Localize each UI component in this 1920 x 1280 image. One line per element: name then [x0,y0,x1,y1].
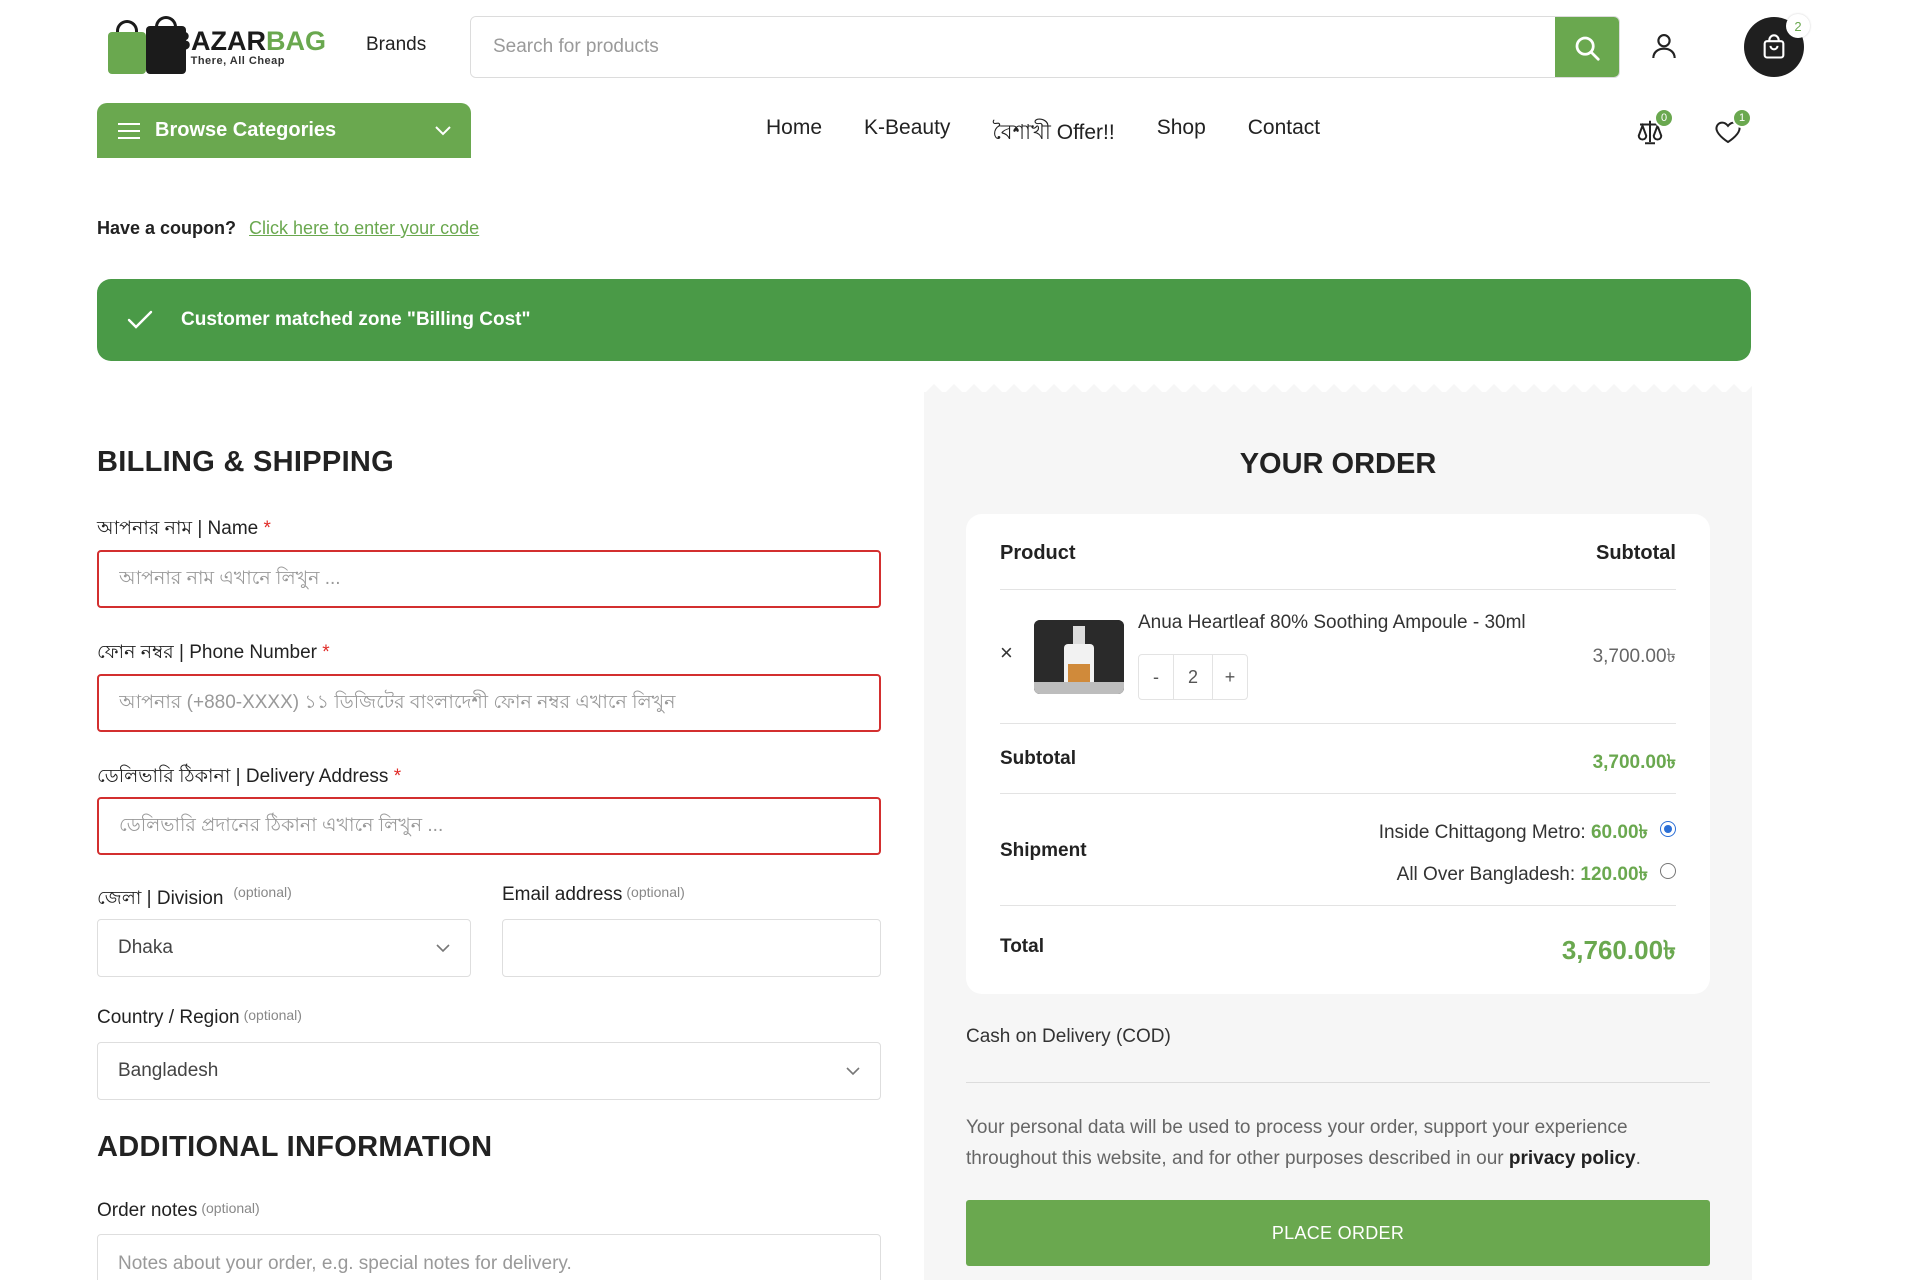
total-row: Total 3,760.00৳ [1000,906,1676,992]
nav-contact[interactable]: Contact [1248,116,1320,151]
qty-decrease-button[interactable]: - [1139,667,1173,688]
division-label: জেলা | Division (optional) [97,884,292,909]
search-bar [470,16,1620,78]
nav-home[interactable]: Home [766,116,822,151]
address-input[interactable] [97,797,881,855]
name-label: আপনার নাম | Name * [97,518,271,539]
name-input[interactable] [97,550,881,608]
remove-item-button[interactable]: × [1000,640,1013,666]
logo-tagline: All There, All Cheap [171,55,286,67]
nav-k-beauty[interactable]: K-Beauty [864,116,950,151]
site-logo[interactable]: BAZARBAG All There, All Cheap [106,16,326,78]
additional-info-title: ADDITIONAL INFORMATION [97,1131,493,1163]
search-button[interactable] [1555,17,1619,77]
checkmark-icon [127,310,153,329]
order-item-row: × Anua Heartleaf 80% Soothing Ampoule - … [1000,590,1676,724]
quantity-stepper: - 2 + [1138,654,1248,700]
zone-notice: Customer matched zone "Billing Cost" [97,279,1751,361]
logo-bag-icon [106,16,186,76]
logo-name: BAZARBAG [171,26,327,56]
browse-categories-label: Browse Categories [155,119,337,141]
country-select[interactable]: Bangladesh [97,1042,881,1100]
header: BAZARBAG All There, All Cheap Brands 2 [0,0,1920,92]
order-notes-label: Order notes (optional) [97,1200,260,1221]
country-value: Bangladesh [118,1060,219,1081]
col-subtotal: Subtotal [1596,542,1676,564]
item-price: 3,700.00৳ [1592,646,1676,667]
subtotal-value: 3,700.00৳ [1592,752,1676,773]
privacy-policy-link[interactable]: privacy policy [1509,1148,1636,1169]
col-product: Product [1000,542,1076,564]
payment-method-cod[interactable]: Cash on Delivery (COD) [966,1026,1171,1048]
nav-boishakhi-offer[interactable]: বৈশাখী Offer!! [992,116,1114,151]
division-select[interactable]: Dhaka [97,919,471,977]
order-title: YOUR ORDER [1239,448,1437,480]
shipment-row: Shipment Inside Chittagong Metro: 60.00৳… [1000,794,1676,906]
order-notes-input[interactable] [97,1234,881,1280]
search-icon [1575,36,1600,61]
shipment-label: Shipment [1000,840,1087,861]
total-label: Total [1000,936,1044,957]
shipping-radio-bangladesh[interactable] [1660,863,1676,879]
cart-count-badge: 2 [1786,14,1810,38]
place-order-button[interactable]: PLACE ORDER [966,1200,1710,1266]
privacy-notice: Your personal data will be used to proce… [966,1117,1641,1169]
product-name[interactable]: Anua Heartleaf 80% Soothing Ampoule - 30… [1138,612,1526,634]
shipping-option-bangladesh[interactable]: All Over Bangladesh: 120.00৳ [1397,860,1648,892]
shipping-radio-chittagong[interactable] [1660,821,1676,837]
country-label: Country / Region (optional) [97,1007,302,1028]
browse-categories-button[interactable]: Browse Categories [97,103,471,158]
email-label: Email address (optional) [502,884,685,905]
product-thumbnail [1034,620,1124,694]
brands-link[interactable]: Brands [366,34,426,56]
qty-increase-button[interactable]: + [1213,667,1247,688]
search-input[interactable] [471,17,1555,77]
shopping-bag-icon [1763,34,1785,59]
nav-shop[interactable]: Shop [1157,116,1206,151]
main-nav: Home K-Beauty বৈশাখী Offer!! Shop Contac… [766,116,1320,151]
account-button[interactable] [1644,26,1684,66]
notice-message: Customer matched zone "Billing Cost" [181,309,531,330]
chevron-down-icon [435,125,451,135]
wishlist-count-badge: 1 [1732,108,1752,128]
order-summary-card: Product Subtotal × Anua Heartleaf 80% So… [966,514,1710,994]
hamburger-icon [118,122,140,139]
billing-title: BILLING & SHIPPING [97,446,395,478]
subtotal-row: Subtotal 3,700.00৳ [1000,724,1676,794]
total-value: 3,760.00৳ [1561,935,1676,965]
phone-label: ফোন নম্বর | Phone Number * [97,642,330,663]
division-value: Dhaka [118,937,173,958]
coupon-question: Have a coupon? [97,218,237,238]
chevron-down-icon [436,943,450,952]
email-input[interactable] [502,919,881,977]
subtotal-label: Subtotal [1000,748,1076,769]
chevron-down-icon [846,1066,860,1075]
user-icon [1652,34,1676,59]
phone-input[interactable] [97,674,881,732]
qty-value[interactable]: 2 [1173,655,1213,699]
divider [966,1082,1710,1083]
order-table-header: Product Subtotal [1000,514,1676,590]
shipping-option-chittagong[interactable]: Inside Chittagong Metro: 60.00৳ [1379,818,1648,850]
coupon-link[interactable]: Click here to enter your code [249,218,479,238]
compare-count-badge: 0 [1654,108,1674,128]
coupon-prompt: Have a coupon? Click here to enter your … [97,218,479,239]
address-label: ডেলিভারি ঠিকানা | Delivery Address * [97,766,402,787]
